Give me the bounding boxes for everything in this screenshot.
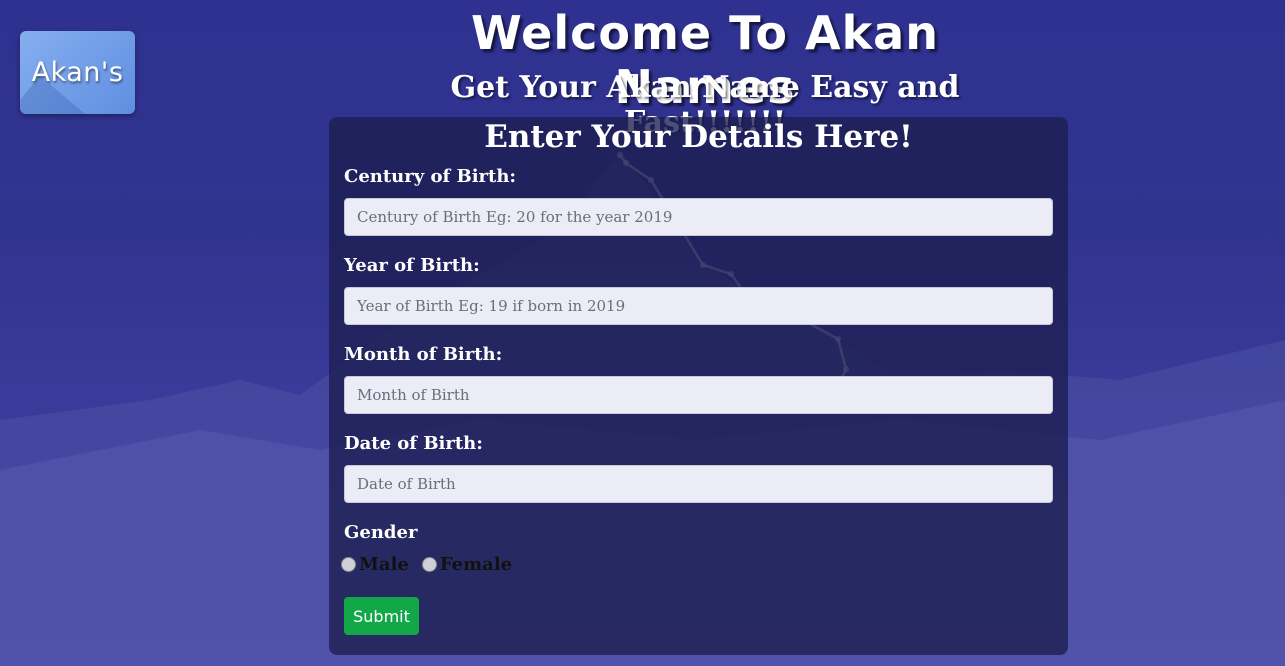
date-label: Date of Birth: [344, 433, 483, 454]
submit-button[interactable]: Submit [344, 597, 419, 635]
female-label: Female [439, 554, 513, 575]
male-radio[interactable] [341, 557, 356, 572]
gender-options: Male Female [341, 554, 525, 575]
year-label: Year of Birth: [344, 255, 480, 276]
logo-text: Akan's [31, 57, 124, 88]
akans-logo: Akan's [20, 31, 135, 114]
month-input[interactable] [344, 376, 1053, 414]
date-input[interactable] [344, 465, 1053, 503]
female-radio[interactable] [421, 557, 437, 572]
male-label: Male [359, 554, 409, 575]
month-label: Month of Birth: [344, 344, 503, 365]
century-label: Century of Birth: [344, 166, 517, 187]
gender-label: Gender [344, 522, 418, 543]
form-title: Enter Your Details Here! [484, 119, 913, 155]
details-form: Enter Your Details Here! Century of Birt… [329, 117, 1068, 655]
year-input[interactable] [344, 287, 1053, 325]
century-input[interactable] [344, 198, 1053, 236]
